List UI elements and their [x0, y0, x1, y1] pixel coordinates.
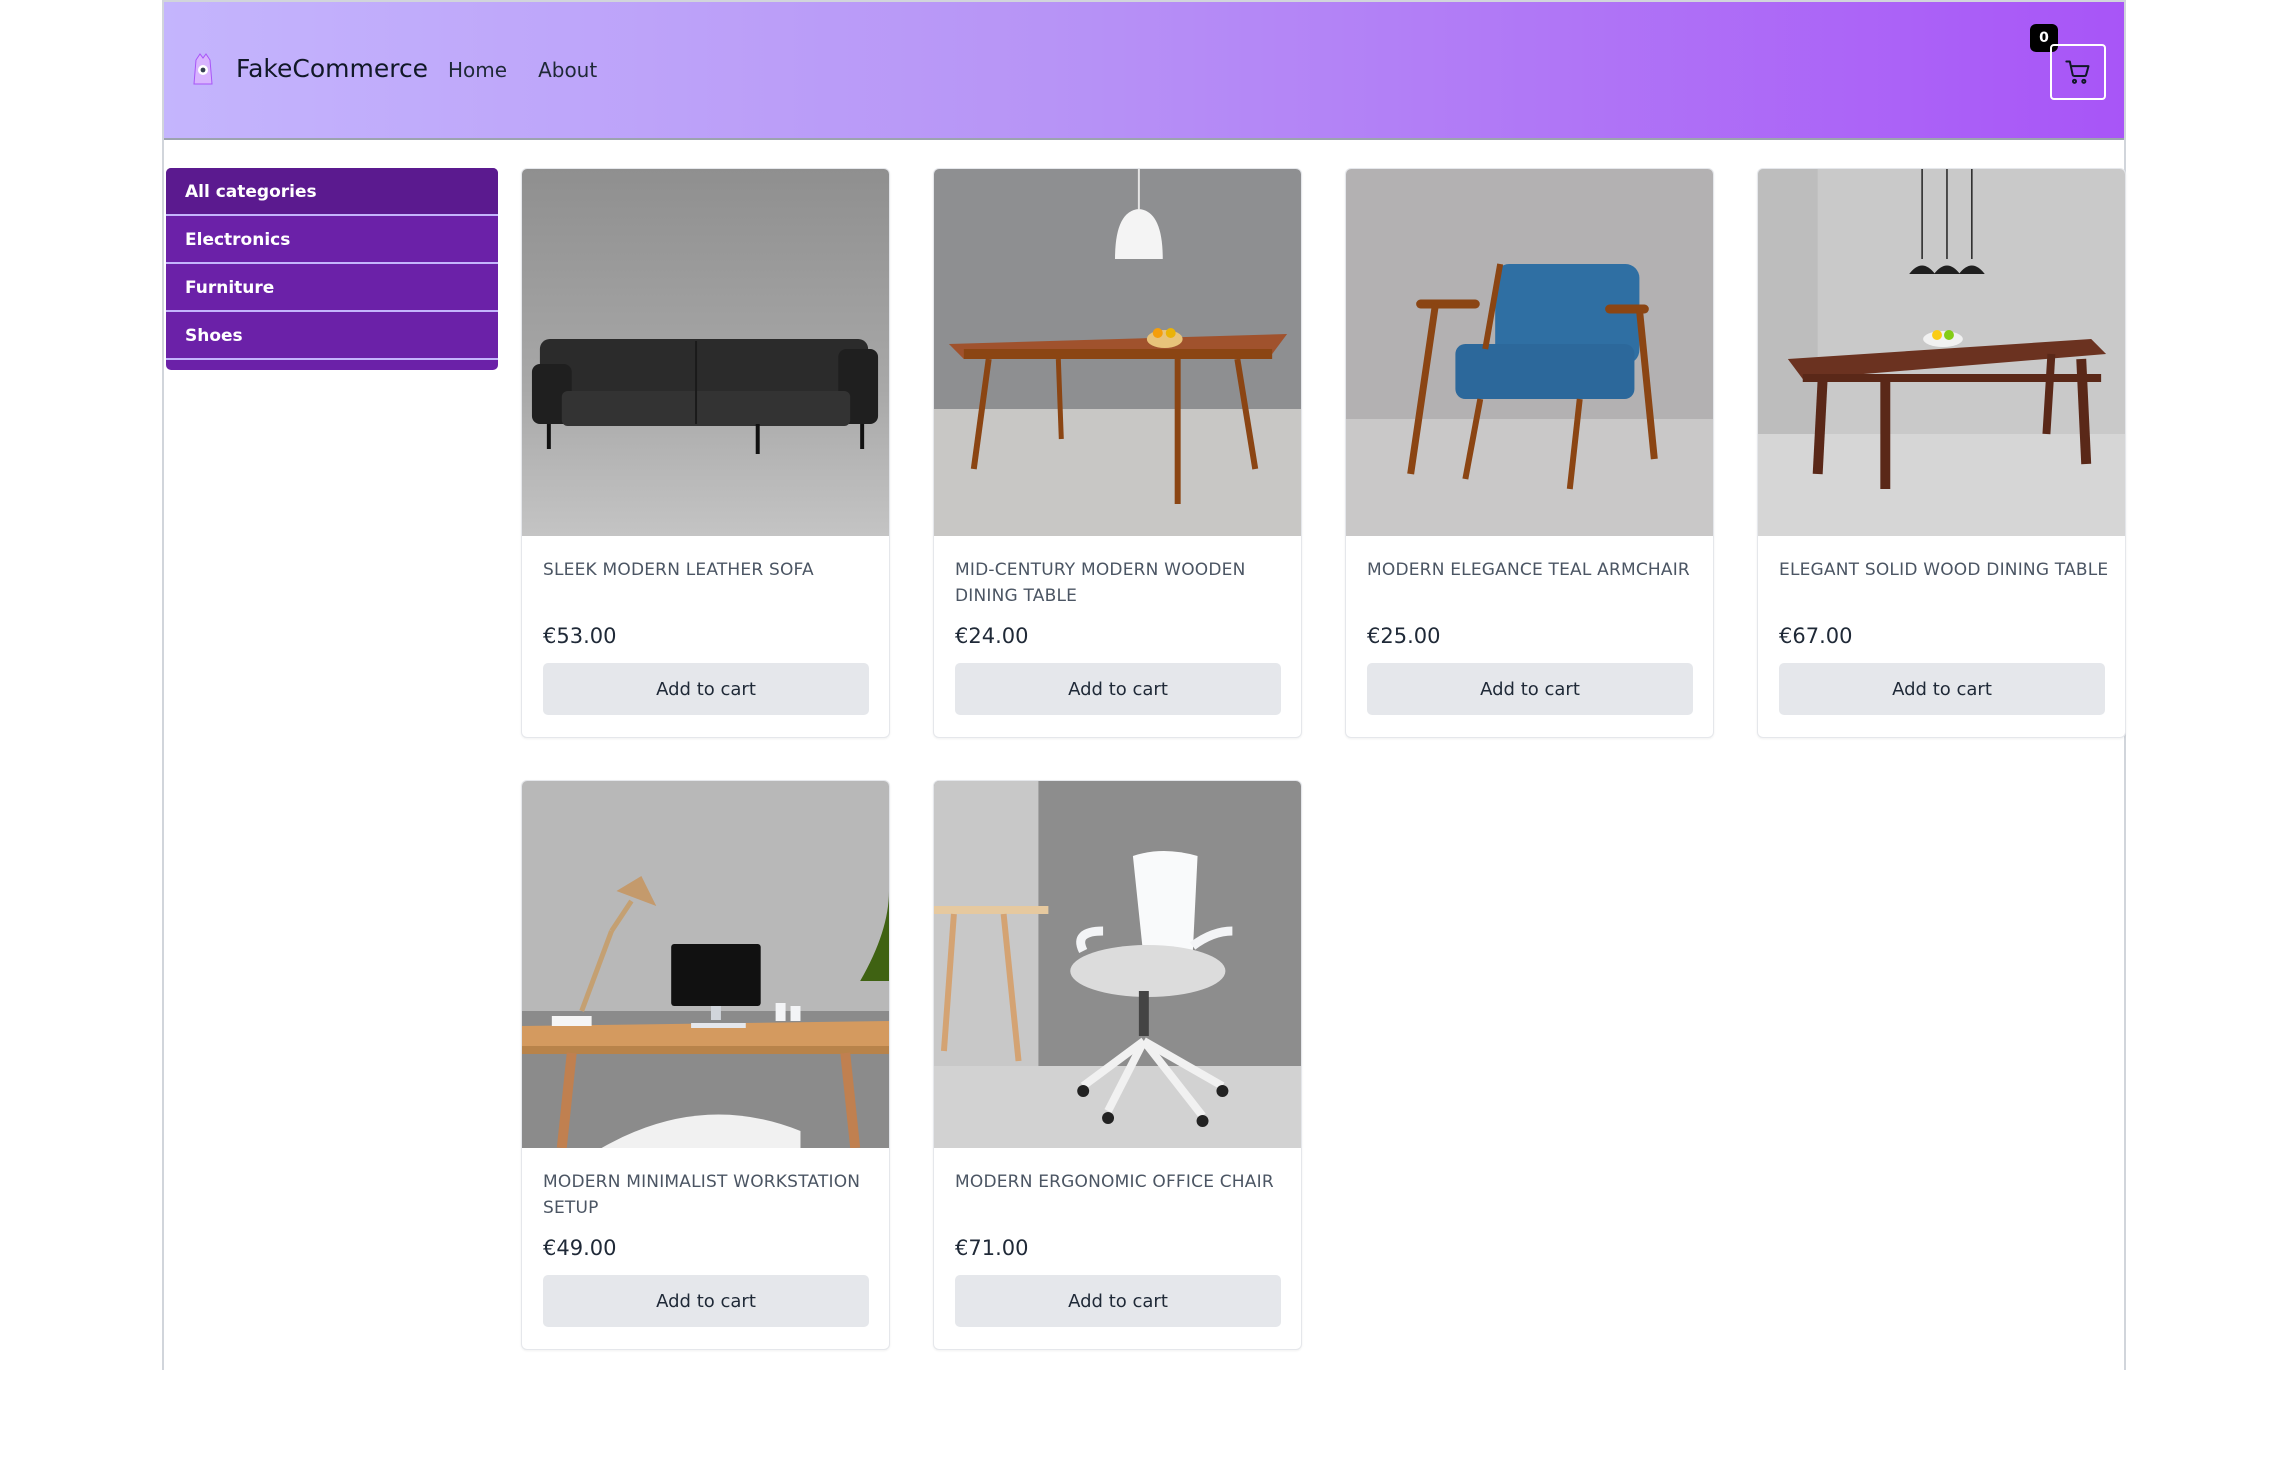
product-card: MID-CENTURY MODERN WOODEN DINING TABLE €… [933, 168, 1302, 738]
product-card: SLEEK MODERN LEATHER SOFA €53.00 Add to … [521, 168, 890, 738]
category-all[interactable]: All categories [166, 168, 498, 216]
brand-logo-icon [193, 53, 213, 85]
add-to-cart-button[interactable]: Add to cart [543, 1275, 869, 1327]
brand-name: FakeCommerce [236, 53, 429, 83]
add-to-cart-button[interactable]: Add to cart [1367, 663, 1693, 715]
product-card: MODERN MINIMALIST WORKSTATION SETUP €49.… [521, 780, 890, 1350]
product-price: €49.00 [543, 1236, 617, 1260]
product-card: MODERN ERGONOMIC OFFICE CHAIR €71.00 Add… [933, 780, 1302, 1350]
add-to-cart-button[interactable]: Add to cart [1779, 663, 2105, 715]
product-title[interactable]: SLEEK MODERN LEATHER SOFA [543, 557, 873, 583]
product-title[interactable]: ELEGANT SOLID WOOD DINING TABLE [1779, 557, 2109, 583]
wooden-table-image[interactable] [934, 169, 1301, 536]
add-to-cart-button[interactable]: Add to cart [955, 1275, 1281, 1327]
armchair-image[interactable] [1346, 169, 1713, 536]
product-price: €71.00 [955, 1236, 1029, 1260]
category-sidebar: All categories Electronics Furniture Sho… [166, 168, 498, 370]
shopping-cart-icon [2065, 60, 2090, 84]
add-to-cart-button[interactable]: Add to cart [543, 663, 869, 715]
product-card: ELEGANT SOLID WOOD DINING TABLE €67.00 A… [1757, 168, 2126, 738]
office-chair-image[interactable] [934, 781, 1301, 1148]
dining-table-image[interactable] [1758, 169, 2125, 536]
product-price: €53.00 [543, 624, 617, 648]
product-title[interactable]: MODERN ELEGANCE TEAL ARMCHAIR [1367, 557, 1697, 583]
category-shoes[interactable]: Shoes [166, 312, 498, 360]
product-price: €25.00 [1367, 624, 1441, 648]
product-price: €67.00 [1779, 624, 1853, 648]
product-title[interactable]: MID-CENTURY MODERN WOODEN DINING TABLE [955, 557, 1285, 609]
nav-home-link[interactable]: Home [448, 58, 507, 82]
add-to-cart-button[interactable]: Add to cart [955, 663, 1281, 715]
main-nav: Home About [448, 58, 597, 82]
product-card: MODERN ELEGANCE TEAL ARMCHAIR €25.00 Add… [1345, 168, 1714, 738]
top-header: FakeCommerce Home About 0 [164, 2, 2124, 140]
category-electronics[interactable]: Electronics [166, 216, 498, 264]
workstation-image[interactable] [522, 781, 889, 1148]
app-frame: FakeCommerce Home About 0 All categories… [162, 0, 2126, 1370]
product-title[interactable]: MODERN MINIMALIST WORKSTATION SETUP [543, 1169, 873, 1221]
nav-about-link[interactable]: About [538, 58, 597, 82]
sofa-image[interactable] [522, 169, 889, 536]
category-furniture[interactable]: Furniture [166, 264, 498, 312]
product-price: €24.00 [955, 624, 1029, 648]
cart-button[interactable] [2050, 44, 2106, 100]
product-title[interactable]: MODERN ERGONOMIC OFFICE CHAIR [955, 1169, 1285, 1195]
brand[interactable]: FakeCommerce [186, 50, 428, 86]
